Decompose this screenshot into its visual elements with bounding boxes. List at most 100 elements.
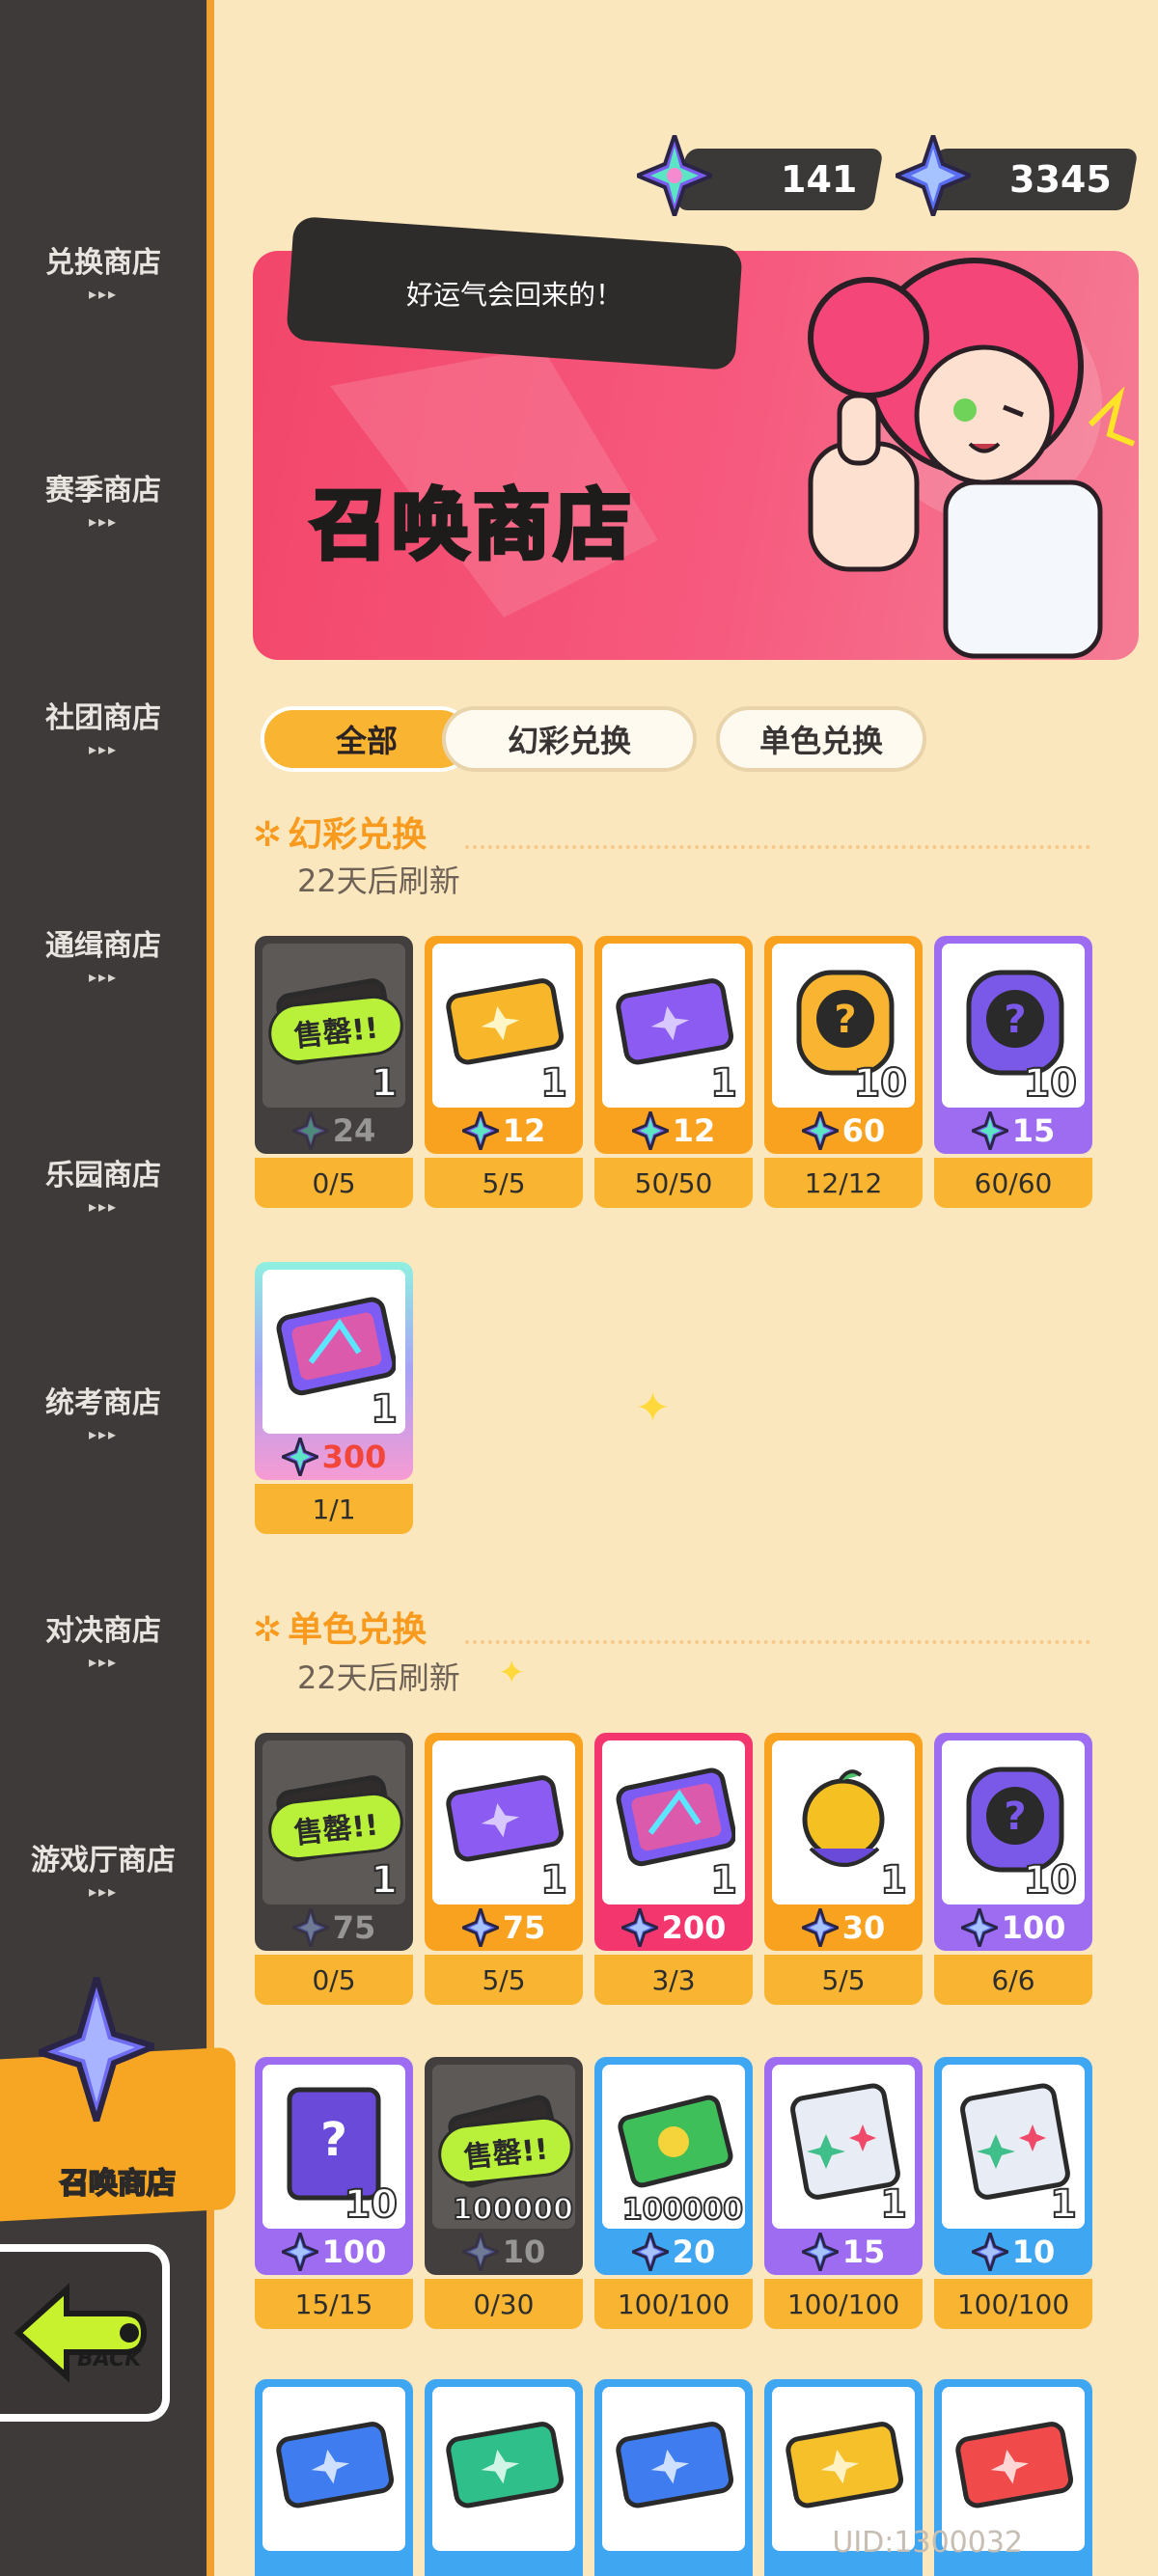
- item-quantity: 10: [343, 2181, 399, 2228]
- item-image: 100000: [602, 2065, 745, 2229]
- item-price: 12: [425, 1108, 583, 1154]
- price-value: 75: [332, 1909, 376, 1946]
- blue-star-icon: [281, 2233, 318, 2271]
- sidebar-active-label: 召唤商店: [59, 2166, 177, 2202]
- purchase-limit: 5/5: [425, 1158, 583, 1208]
- sidebar-item-summon-shop[interactable]: 召唤商店: [0, 1974, 235, 2222]
- sidebar-item-label: 统考商店: [45, 1385, 161, 1420]
- item-price: 15: [764, 2229, 923, 2275]
- shop-item-card[interactable]: 1 75 5/5: [425, 1733, 583, 2014]
- item-image: ? 10: [772, 944, 915, 1108]
- item-quantity: 1: [709, 1857, 738, 1904]
- item-quantity: 1: [370, 1857, 399, 1904]
- shop-item-card[interactable]: ? 10 60 12/12: [764, 936, 923, 1218]
- sparkle-icon: ✦: [635, 1384, 671, 1433]
- item-price: 75: [255, 1905, 413, 1951]
- item-price: 75: [425, 1905, 583, 1951]
- back-label: BACK: [77, 2347, 142, 2371]
- sidebar-item-park-shop[interactable]: 乐园商店 ▸▸▸: [0, 1135, 207, 1231]
- tab-label: 全部: [335, 723, 398, 759]
- sidebar-item-season-shop[interactable]: 赛季商店 ▸▸▸: [0, 450, 207, 546]
- item-frame: 1 12: [594, 936, 753, 1154]
- purchase-limit: 60/60: [934, 1158, 1092, 1208]
- section-refresh-rainbow: 22天后刷新: [297, 863, 460, 899]
- section-divider: [465, 1640, 1090, 1644]
- purchase-limit: 100/100: [934, 2279, 1092, 2329]
- summon-star-icon: [39, 1974, 154, 2125]
- shop-item-card[interactable]: 1 300 1/1: [255, 1262, 413, 1544]
- blue-star-icon: [896, 135, 971, 216]
- item-image: 1: [602, 944, 745, 1108]
- item-frame: ? 10 15: [934, 936, 1092, 1154]
- price-value: 15: [841, 2233, 886, 2270]
- sidebar-item-exam-shop[interactable]: 统考商店 ▸▸▸: [0, 1362, 207, 1459]
- cash-green-icon: [618, 2095, 733, 2188]
- sidebar-item-label: 对决商店: [45, 1613, 161, 1648]
- item-image: [602, 2387, 745, 2551]
- shop-item-card-soldout[interactable]: 售罄!! 1 24 0/5: [255, 936, 413, 1218]
- shop-item-card[interactable]: ? 10 15 60/60: [934, 936, 1092, 1218]
- shop-item-card[interactable]: ? 10 100 6/6: [934, 1733, 1092, 2014]
- svg-text:?: ?: [1004, 998, 1026, 1042]
- shop-item-card[interactable]: [594, 2379, 753, 2576]
- shop-item-card-soldout[interactable]: 售罄!! 100000 10 0/30: [425, 2057, 583, 2339]
- rainbow-star-icon: [281, 1438, 318, 1476]
- item-image: 1: [602, 1740, 745, 1905]
- sidebar-item-label: 赛季商店: [45, 473, 161, 507]
- item-frame: ? 10 60: [764, 936, 923, 1154]
- shop-item-card[interactable]: 1 12 50/50: [594, 936, 753, 1218]
- item-price: 10: [934, 2229, 1092, 2275]
- shop-item-card-soldout[interactable]: 售罄!! 1 75 0/5: [255, 1733, 413, 2014]
- item-price: 30: [764, 1905, 923, 1951]
- rainbow-star-icon: [291, 1111, 329, 1150]
- item-frame: 1 75: [425, 1733, 583, 1951]
- shop-item-card[interactable]: 100000 20 100/100: [594, 2057, 753, 2339]
- uid-label: UID:1300032: [832, 2526, 1023, 2560]
- shop-item-card[interactable]: [425, 2379, 583, 2576]
- tab-label: 幻彩兑换: [507, 723, 631, 759]
- blue-star-icon: [620, 1908, 658, 1947]
- shop-item-card[interactable]: [255, 2379, 413, 2576]
- tab-all[interactable]: 全部: [261, 706, 473, 772]
- back-button[interactable]: BACK: [0, 2244, 170, 2422]
- sidebar-item-exchange-shop[interactable]: 兑换商店 ▸▸▸: [0, 222, 207, 318]
- sidebar-item-arcade-shop[interactable]: 游戏厅商店 ▸▸▸: [0, 1820, 207, 1916]
- item-price: 300: [255, 1434, 413, 1480]
- purchase-limit: 0/30: [425, 2279, 583, 2329]
- sidebar-item-duel-shop[interactable]: 对决商店 ▸▸▸: [0, 1590, 207, 1686]
- sidebar-item-club-shop[interactable]: 社团商店 ▸▸▸: [0, 677, 207, 774]
- section-title-rainbow: 幻彩兑换: [253, 807, 427, 857]
- purchase-limit: 100/100: [594, 2279, 753, 2329]
- price-value: 10: [1011, 2233, 1056, 2270]
- item-frame: [594, 2379, 753, 2576]
- shop-item-card[interactable]: 1 200 3/3: [594, 1733, 753, 2014]
- blue-star-icon: [631, 2233, 669, 2271]
- sidebar-item-dots: ▸▸▸: [88, 284, 119, 303]
- price-value: 100: [1001, 1909, 1066, 1946]
- tab-mono-exchange[interactable]: 单色兑换: [716, 706, 926, 772]
- item-image: 1: [262, 1270, 405, 1434]
- sidebar-item-wanted-shop[interactable]: 通缉商店 ▸▸▸: [0, 905, 207, 1001]
- shop-item-card[interactable]: 1 15 100/100: [764, 2057, 923, 2339]
- blue-star-icon: [461, 2233, 499, 2271]
- item-price: 60: [764, 1108, 923, 1154]
- item-image: [262, 2387, 405, 2551]
- shop-item-card[interactable]: ? 10 100 15/15: [255, 2057, 413, 2339]
- item-frame: 1 30: [764, 1733, 923, 1951]
- item-price: 24: [255, 1108, 413, 1154]
- shop-item-card[interactable]: 1 30 5/5: [764, 1733, 923, 2014]
- section-title-mono: 单色兑换: [253, 1602, 427, 1652]
- shop-item-card[interactable]: 1 10 100/100: [934, 2057, 1092, 2339]
- tab-rainbow-exchange[interactable]: 幻彩兑换: [442, 706, 697, 772]
- sidebar-item-dots: ▸▸▸: [88, 511, 119, 531]
- svg-text:?: ?: [834, 998, 856, 1042]
- shop-item-card[interactable]: 1 12 5/5: [425, 936, 583, 1218]
- mascot-character: [808, 258, 1136, 659]
- section-divider: [465, 845, 1090, 849]
- item-quantity: 1: [879, 2181, 908, 2228]
- item-price: 100: [934, 1905, 1092, 1951]
- item-frame: 售罄!! 100000 10: [425, 2057, 583, 2275]
- currency-blue-value: 3345: [1009, 158, 1112, 201]
- rainbow-star-icon: [631, 1111, 669, 1150]
- price-value: 60: [841, 1112, 886, 1149]
